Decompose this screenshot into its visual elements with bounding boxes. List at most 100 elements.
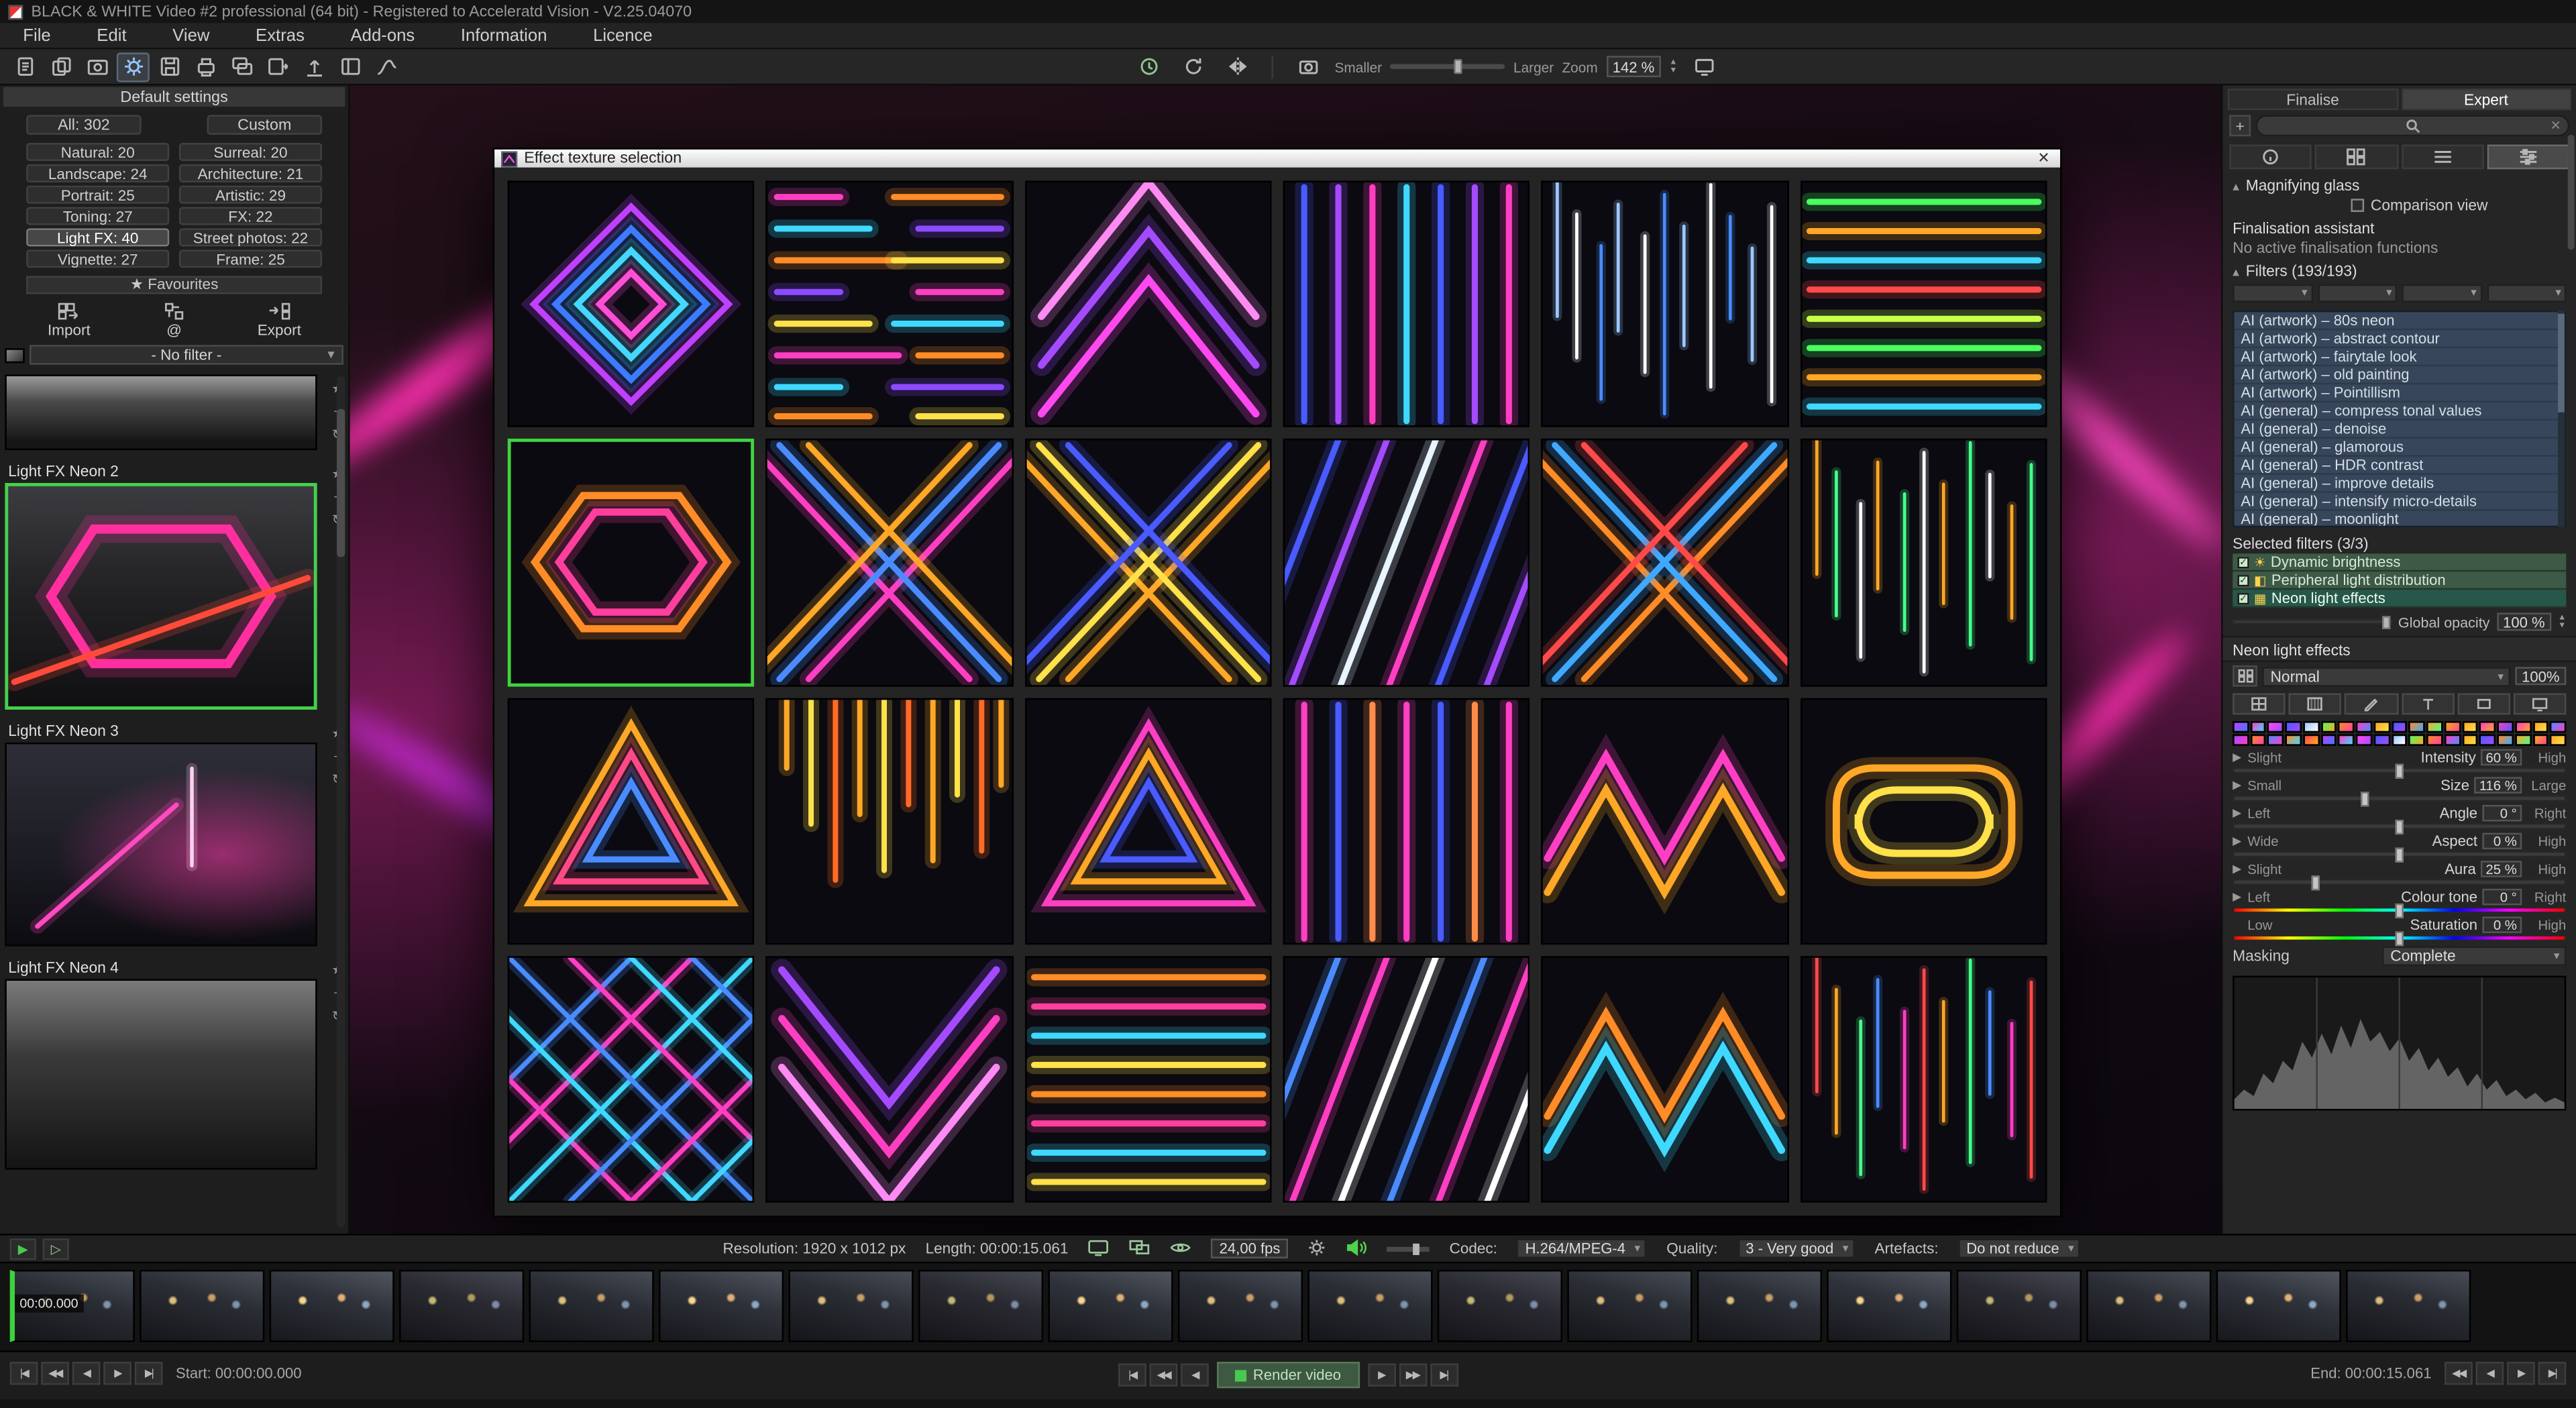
texture-swatch[interactable] bbox=[2321, 721, 2337, 733]
fit-screen-icon[interactable] bbox=[1687, 52, 1720, 81]
texture-swatch[interactable] bbox=[2250, 721, 2266, 733]
close-icon[interactable]: ✕ bbox=[2034, 150, 2053, 168]
shape-icon[interactable] bbox=[2457, 693, 2510, 714]
preview-icon[interactable] bbox=[2514, 693, 2567, 714]
redo-icon[interactable] bbox=[1177, 52, 1210, 81]
filter-list-item[interactable]: AI (general) – intensify micro-details bbox=[2235, 493, 2565, 511]
menu-item[interactable]: Add-ons bbox=[327, 23, 437, 48]
texture-tile[interactable] bbox=[508, 180, 755, 427]
preset-category-button[interactable]: Vignette: 27 bbox=[26, 250, 169, 268]
export-button[interactable]: Export bbox=[227, 303, 332, 339]
artefacts-dropdown[interactable]: Do not reduce bbox=[1958, 1239, 2081, 1258]
menu-item[interactable]: Licence bbox=[570, 23, 676, 48]
timeline-frame[interactable] bbox=[2216, 1270, 2341, 1342]
texture-swatch[interactable] bbox=[2268, 721, 2284, 733]
texture-swatch[interactable] bbox=[2250, 735, 2266, 746]
quality-dropdown[interactable]: 3 - Very good bbox=[1737, 1239, 1855, 1258]
texture-tile[interactable] bbox=[1283, 698, 1530, 944]
timeline-frame[interactable] bbox=[659, 1270, 784, 1342]
timeline-frame[interactable] bbox=[1827, 1270, 1951, 1342]
texture-tile[interactable] bbox=[1024, 439, 1271, 686]
texture-swatch[interactable] bbox=[2426, 735, 2443, 746]
list-view-icon[interactable] bbox=[2401, 145, 2483, 170]
preset-thumbnail[interactable] bbox=[5, 483, 317, 710]
preset-category-button[interactable]: Artistic: 29 bbox=[179, 186, 322, 204]
transport-button[interactable]: |◀ bbox=[1118, 1364, 1146, 1387]
save-icon[interactable] bbox=[153, 52, 186, 81]
filter-list-item[interactable]: AI (artwork) – old painting bbox=[2235, 366, 2565, 384]
preset-item[interactable]: Light FX Neon 4★+↻ bbox=[5, 956, 322, 1169]
menu-item[interactable]: Extras bbox=[233, 23, 327, 48]
monitor-icon[interactable] bbox=[1088, 1238, 1110, 1259]
masking-dropdown[interactable]: Complete bbox=[2382, 946, 2566, 966]
transport-button[interactable]: ◀ bbox=[2476, 1362, 2504, 1385]
texture-swatch[interactable] bbox=[2498, 721, 2514, 733]
camera-icon[interactable] bbox=[1292, 52, 1325, 81]
fps-value[interactable]: 24,00 fps bbox=[1211, 1239, 1288, 1258]
comparison-view-checkbox[interactable] bbox=[2351, 199, 2364, 212]
texture-swatch[interactable] bbox=[2321, 735, 2337, 746]
slider-handle[interactable] bbox=[2394, 848, 2402, 863]
texture-swatch[interactable] bbox=[2374, 735, 2390, 746]
slider-value[interactable]: 0 % bbox=[2482, 917, 2522, 933]
preset-category-button[interactable]: Landscape: 24 bbox=[26, 164, 169, 182]
community-button[interactable]: @ bbox=[121, 303, 227, 339]
preset-item[interactable]: Light FX Neon 3★+↻ bbox=[5, 720, 322, 946]
filter-dropdown[interactable]: - No filter -▼ bbox=[30, 345, 343, 364]
timeline-frame[interactable] bbox=[789, 1270, 914, 1342]
expand-icon[interactable]: ▶ bbox=[2233, 806, 2243, 820]
clear-search-icon[interactable]: ✕ bbox=[2551, 118, 2561, 133]
transport-button[interactable]: ▶ bbox=[1367, 1364, 1395, 1387]
filter-list-item[interactable]: AI (general) – HDR contrast bbox=[2235, 457, 2565, 475]
texture-library-icon[interactable] bbox=[2233, 693, 2286, 714]
slider-track[interactable] bbox=[2233, 851, 2566, 858]
favourites-button[interactable]: ★ Favourites bbox=[26, 276, 322, 294]
slider-handle[interactable] bbox=[2394, 764, 2402, 779]
filter-list-item[interactable]: AI (general) – denoise bbox=[2235, 421, 2565, 439]
texture-tile[interactable] bbox=[766, 698, 1013, 944]
transport-button[interactable]: ◀ bbox=[72, 1362, 101, 1385]
preset-thumbnail[interactable] bbox=[5, 743, 317, 946]
texture-picker-icon[interactable] bbox=[2233, 665, 2257, 687]
timeline-frame[interactable] bbox=[1957, 1270, 2082, 1342]
texture-swatch[interactable] bbox=[2392, 721, 2408, 733]
preset-category-button[interactable]: Light FX: 40 bbox=[26, 228, 169, 246]
filter-list-item[interactable]: AI (general) – compress tonal values bbox=[2235, 402, 2565, 421]
slider-handle[interactable] bbox=[2394, 932, 2402, 946]
transport-button[interactable]: ◀◀ bbox=[41, 1362, 69, 1385]
layer-opacity-value[interactable]: 100% bbox=[2515, 667, 2566, 685]
texture-swatch[interactable] bbox=[2356, 721, 2372, 733]
texture-swatch[interactable] bbox=[2233, 735, 2249, 746]
timeline-frame[interactable] bbox=[1307, 1270, 1432, 1342]
screenshot-icon[interactable] bbox=[80, 52, 113, 81]
global-opacity-value[interactable]: 100 % bbox=[2496, 612, 2551, 631]
info-view-icon[interactable] bbox=[2229, 145, 2312, 170]
preset-category-button[interactable]: Architecture: 21 bbox=[179, 164, 322, 182]
texture-tile[interactable] bbox=[1542, 956, 1788, 1203]
curves-icon[interactable] bbox=[370, 52, 402, 81]
volume-slider[interactable] bbox=[1387, 1246, 1430, 1251]
slider-handle[interactable] bbox=[2361, 792, 2369, 806]
slider-track[interactable] bbox=[2233, 823, 2566, 830]
preset-filter-tab[interactable]: Custom bbox=[207, 115, 322, 134]
selected-filter-row[interactable]: ✓ ◧ Peripheral light distribution bbox=[2233, 572, 2566, 590]
texture-swatch[interactable] bbox=[2303, 735, 2319, 746]
menu-item[interactable]: File bbox=[0, 23, 74, 48]
filter-list-scrollbar[interactable] bbox=[2558, 311, 2565, 527]
preset-category-button[interactable]: Toning: 27 bbox=[26, 207, 169, 225]
texture-tile[interactable] bbox=[1283, 180, 1530, 427]
history-icon[interactable] bbox=[1132, 52, 1165, 81]
texture-swatch[interactable] bbox=[2532, 735, 2548, 746]
expand-icon[interactable]: ▶ bbox=[2233, 834, 2243, 848]
timeline-frame[interactable] bbox=[1178, 1270, 1303, 1342]
gear-icon[interactable] bbox=[1308, 1238, 1326, 1259]
preset-category-button[interactable]: Surreal: 20 bbox=[179, 143, 322, 161]
upload-icon[interactable] bbox=[297, 52, 330, 81]
global-opacity-slider[interactable] bbox=[2233, 619, 2392, 624]
filter-enabled-checkbox[interactable]: ✓ bbox=[2238, 556, 2249, 567]
texture-tile[interactable] bbox=[1283, 956, 1530, 1203]
texture-swatch[interactable] bbox=[2479, 735, 2496, 746]
speaker-icon[interactable] bbox=[1346, 1238, 1367, 1259]
play-from-start-button[interactable]: ▷ bbox=[43, 1238, 69, 1259]
dialog-title-bar[interactable]: Effect texture selection ✕ bbox=[494, 150, 2060, 168]
